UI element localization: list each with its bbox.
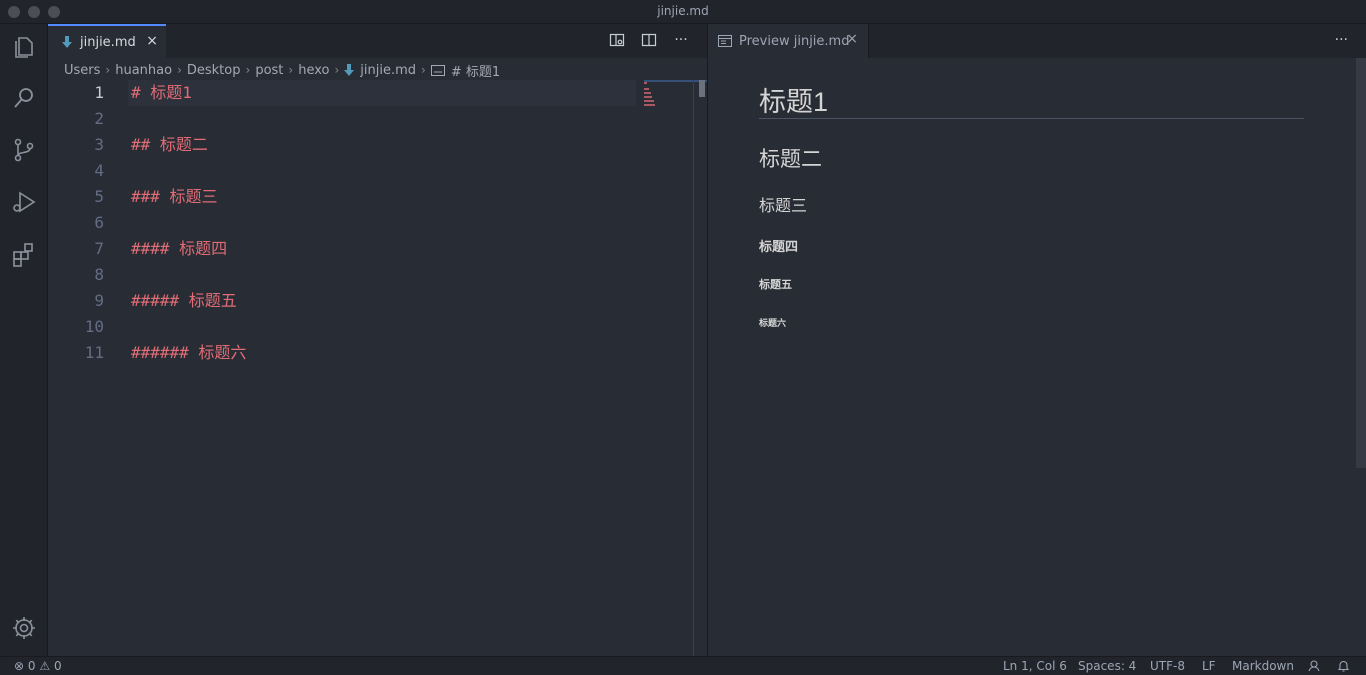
line-text: ###### 标题六 xyxy=(131,343,247,362)
more-actions-button[interactable]: ··· xyxy=(672,32,690,50)
right-tab-bar: Preview jinjie.md × ··· xyxy=(708,24,1366,58)
notifications-bell-icon[interactable] xyxy=(1337,659,1350,675)
breadcrumb-file[interactable]: jinjie.md xyxy=(360,63,416,78)
warning-icon: ⚠ xyxy=(39,659,51,673)
line-number: 2 xyxy=(94,109,104,128)
tab-label: Preview jinjie.md xyxy=(739,33,850,49)
breadcrumb-item[interactable]: Desktop xyxy=(187,63,241,78)
code-line[interactable]: 4 xyxy=(48,158,648,184)
line-number: 10 xyxy=(84,317,104,336)
markdown-preview: 标题1 标题二 标题三 标题四 标题五 标题六 xyxy=(708,58,1366,656)
left-tab-bar: jinjie.md × ··· xyxy=(48,24,707,58)
tab-preview-jinjie-md[interactable]: Preview jinjie.md × xyxy=(708,24,869,58)
feedback-icon[interactable] xyxy=(1307,659,1321,675)
line-number: 7 xyxy=(94,239,104,258)
markdown-file-icon xyxy=(62,36,72,48)
preview-scrollbar[interactable] xyxy=(1356,58,1366,468)
string-symbol-icon xyxy=(430,64,445,76)
line-number: 5 xyxy=(94,187,104,206)
line-text: ### 标题三 xyxy=(131,187,218,206)
code-line[interactable]: 10 xyxy=(48,314,648,340)
more-actions-button[interactable]: ··· xyxy=(1335,32,1348,48)
line-number: 4 xyxy=(94,161,104,180)
warning-count: 0 xyxy=(53,659,62,673)
run-debug-icon[interactable] xyxy=(10,188,38,216)
line-number: 1 xyxy=(94,83,104,102)
activity-bar xyxy=(0,24,48,656)
gear-icon[interactable] xyxy=(10,614,38,642)
encoding[interactable]: UTF-8 xyxy=(1150,659,1185,673)
chevron-right-icon: › xyxy=(177,63,182,77)
scrollbar-thumb[interactable] xyxy=(699,80,705,97)
line-number: 9 xyxy=(94,291,104,310)
code-line[interactable]: 9 ##### 标题五 xyxy=(48,288,648,314)
code-line[interactable]: 7 #### 标题四 xyxy=(48,236,648,262)
search-icon[interactable] xyxy=(10,84,38,112)
chevron-right-icon: › xyxy=(245,63,251,77)
end-of-line[interactable]: LF xyxy=(1202,659,1216,673)
code-line[interactable]: 5 ### 标题三 xyxy=(48,184,648,210)
markdown-file-icon xyxy=(344,64,355,76)
breadcrumb-item[interactable]: Users xyxy=(64,63,100,78)
minimap[interactable] xyxy=(644,80,662,110)
line-number: 6 xyxy=(94,213,104,232)
source-control-icon[interactable] xyxy=(10,136,38,164)
chevron-right-icon: › xyxy=(421,63,426,77)
preview-heading-1: 标题1 xyxy=(759,87,829,117)
chevron-right-icon: › xyxy=(105,63,111,77)
heading-divider xyxy=(759,118,1304,119)
cursor-position[interactable]: Ln 1, Col 6 xyxy=(1003,659,1067,673)
preview-heading-4: 标题四 xyxy=(759,239,799,254)
problems-indicator[interactable]: ⊗ 0 ⚠ 0 xyxy=(14,659,62,673)
line-text: ## 标题二 xyxy=(131,135,208,154)
explorer-icon[interactable] xyxy=(10,32,38,60)
error-icon: ⊗ xyxy=(14,659,25,673)
code-line[interactable]: 1 # 标题1 xyxy=(48,80,648,106)
close-tab-button[interactable]: × xyxy=(846,31,858,47)
breadcrumb-item[interactable]: post xyxy=(255,63,283,78)
split-editor-icon[interactable] xyxy=(640,32,658,50)
left-editor-group: jinjie.md × ··· Users › huanhao › Deskto… xyxy=(48,24,707,656)
line-number: 11 xyxy=(84,343,104,362)
line-text: # 标题1 xyxy=(131,83,192,102)
tab-label: jinjie.md xyxy=(80,34,136,50)
extensions-icon[interactable] xyxy=(10,240,38,268)
tab-jinjie-md[interactable]: jinjie.md × xyxy=(48,24,166,58)
code-editor[interactable]: 1 # 标题1 2 3 ## 标题二 4 5 ### 标题三 6 7 #### 标题四 … xyxy=(48,80,693,656)
code-line[interactable]: 2 xyxy=(48,106,648,132)
vertical-scrollbar[interactable] xyxy=(693,80,707,656)
chevron-right-icon: › xyxy=(334,63,340,77)
line-text: #### 标题四 xyxy=(131,239,228,258)
window-title: jinjie.md xyxy=(657,4,709,18)
right-editor-group: Preview jinjie.md × ··· 标题1 标题二 标题三 标题四 … xyxy=(708,24,1366,656)
preview-heading-5: 标题五 xyxy=(759,279,792,291)
error-count: 0 xyxy=(27,659,36,673)
breadcrumb-item[interactable]: hexo xyxy=(298,63,329,78)
preview-heading-2: 标题二 xyxy=(759,148,822,171)
language-mode[interactable]: Markdown xyxy=(1232,659,1294,673)
code-line[interactable]: 3 ## 标题二 xyxy=(48,132,648,158)
chevron-right-icon: › xyxy=(288,63,294,77)
status-bar: ⊗ 0 ⚠ 0 Ln 1, Col 6 Spaces: 4 UTF-8 LF M… xyxy=(0,656,1366,675)
line-number: 8 xyxy=(94,265,104,284)
breadcrumb: Users › huanhao › Desktop › post › hexo … xyxy=(64,60,500,80)
code-line[interactable]: 6 xyxy=(48,210,648,236)
code-line[interactable]: 11 ###### 标题六 xyxy=(48,340,648,366)
close-tab-button[interactable]: × xyxy=(146,33,158,49)
breadcrumb-symbol[interactable]: # 标题1 xyxy=(451,61,500,80)
line-number: 3 xyxy=(94,135,104,154)
open-preview-to-side-icon[interactable] xyxy=(608,32,626,50)
preview-heading-3: 标题三 xyxy=(759,198,808,215)
preview-icon xyxy=(718,35,732,47)
indentation[interactable]: Spaces: 4 xyxy=(1078,659,1136,673)
title-bar: jinjie.md xyxy=(0,0,1366,24)
preview-heading-6: 标题六 xyxy=(759,318,787,328)
breadcrumb-item[interactable]: huanhao xyxy=(115,63,172,78)
line-text: ##### 标题五 xyxy=(131,291,237,310)
code-line[interactable]: 8 xyxy=(48,262,648,288)
